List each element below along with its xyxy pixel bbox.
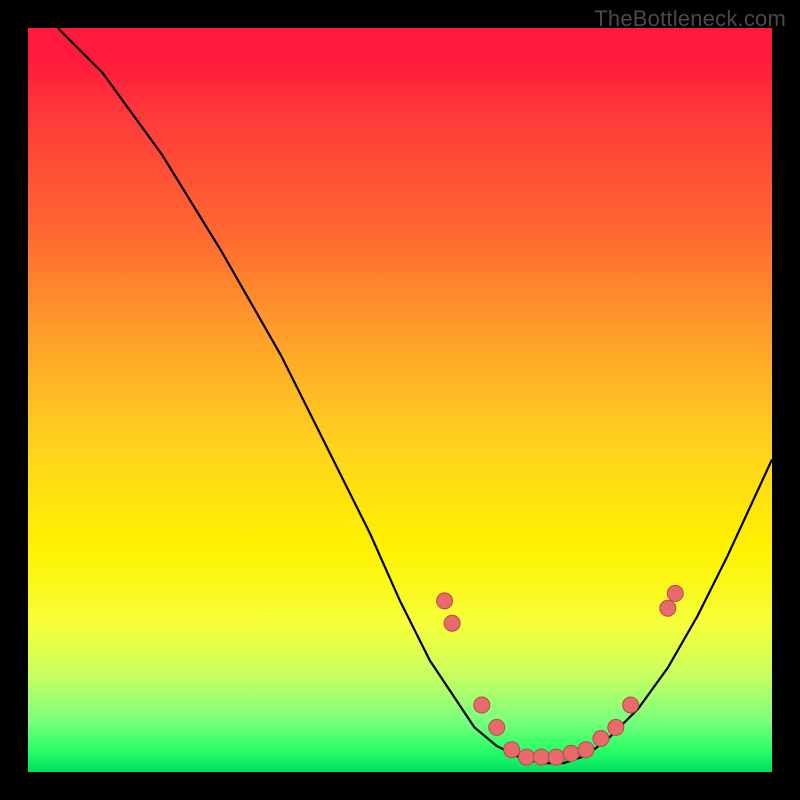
data-dot [623, 697, 639, 713]
data-dot [578, 742, 594, 758]
plot-area [28, 28, 772, 772]
watermark-text: TheBottleneck.com [594, 6, 786, 32]
data-dot [608, 719, 624, 735]
data-dot [548, 749, 564, 765]
data-dot [667, 585, 683, 601]
data-dot [660, 600, 676, 616]
data-dot [593, 731, 609, 747]
data-dot [504, 742, 520, 758]
data-dot [519, 749, 535, 765]
data-dot [474, 697, 490, 713]
curve-svg [28, 28, 772, 772]
data-dot [444, 615, 460, 631]
data-dots [437, 585, 684, 765]
data-dot [563, 745, 579, 761]
data-dot [533, 749, 549, 765]
chart-frame: TheBottleneck.com [0, 0, 800, 800]
data-dot [489, 719, 505, 735]
bottleneck-curve [58, 28, 772, 763]
data-dot [437, 593, 453, 609]
